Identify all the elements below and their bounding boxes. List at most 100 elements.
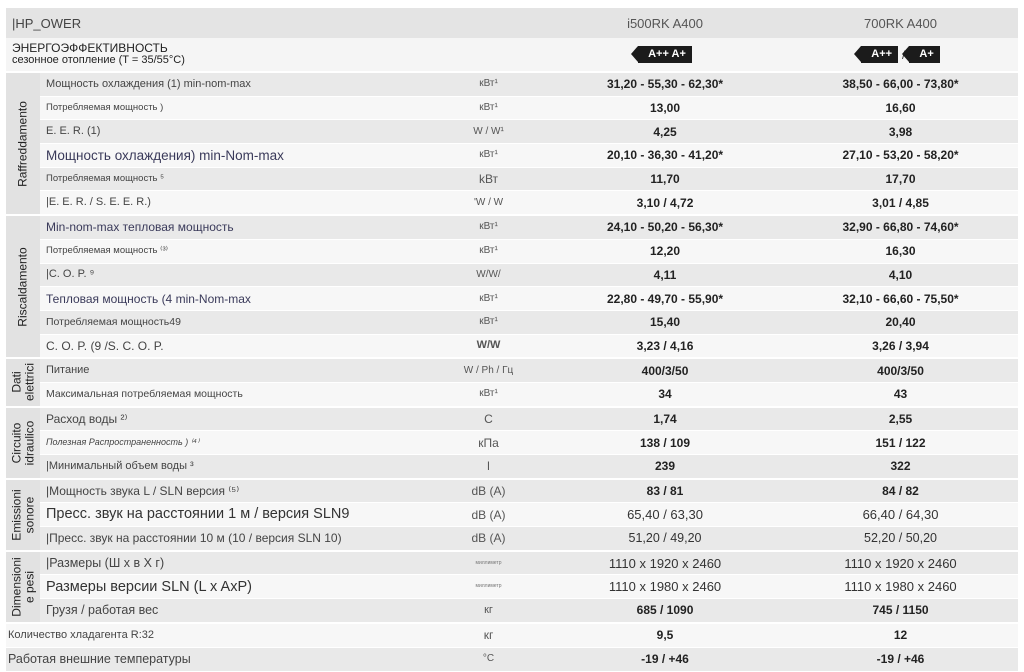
row-unit: W/W/ [430,263,548,288]
row-value-model-1: 51,20 / 49,20 [547,526,784,552]
table-row: Riscaldamento Min-nom-max тепловая мощно… [6,214,1019,360]
row-unit: кВт¹ [430,70,548,97]
row-label: Размеры версии SLN (L x AxP) [40,574,430,600]
energy-class-badge: A++ A+ [631,46,692,63]
row-label: Тепловая мощность (4 min-Nom-max [40,286,430,311]
row-value-model-1: 1,74 [547,405,784,432]
row-unit: миллиметр [430,549,548,576]
row-value-model-1: 1110 x 1980 x 2460 [547,574,784,600]
energy-label-cell: ЭНЕРГОЭФФЕКТИВНОСТЬ сезонное отопление (… [6,38,548,72]
group-label-cooling: Raffreddamento [6,70,40,217]
row-value-model-2: 32,10 - 66,60 - 75,50* [783,286,1019,311]
table-row: Тепловая мощность (4 min-Nom-max кВт¹ 22… [6,286,1019,311]
table-row: Dimensioni e pesi |Размеры (Ш x в Х г) м… [6,549,1019,624]
row-value-model-2: 4,10 [783,263,1019,288]
row-value-model-2: 3,98 [783,119,1019,145]
table-row: Потребляемая мощность ⁵ kВт 11,70 17,70 [6,167,1019,192]
table-row: Потребляемая мощность ) кВт¹ 13,00 16,60 [6,96,1019,121]
row-unit: кПа [430,430,548,455]
row-unit: кВт¹ [430,239,548,264]
energy-efficiency-row: ЭНЕРГОЭФФЕКТИВНОСТЬ сезонное отопление (… [6,38,1019,72]
row-value-model-2: 52,20 / 50,20 [783,526,1019,552]
row-value-model-1: 31,20 - 55,30 - 62,30* [547,70,784,97]
row-value-model-1: 1110 x 1920 x 2460 [547,549,784,576]
row-unit: кВт¹ [430,286,548,311]
table-row: Максимальная потребляемая мощность кВт¹ … [6,382,1019,408]
row-value-model-1: 13,00 [547,96,784,121]
row-label: Потребляемая мощность ⁽³⁾ [40,239,430,264]
row-value-model-2: 66,40 / 64,30 [783,502,1019,528]
row-unit: кВт¹ [430,310,548,335]
group-label-electrical: Dati elettrici [6,357,40,408]
row-label: Полезная Распространенность ) ⁽⁴⁾ [40,430,430,455]
row-unit: W / Ph / Гц [430,357,548,383]
table-row: Полезная Распространенность ) ⁽⁴⁾ кПа 13… [6,430,1019,455]
row-value-model-2: 27,10 - 53,20 - 58,20* [783,143,1019,168]
table-row: |E. E. R. / S. E. E. R.) 'W / W 3,10 / 4… [6,190,1019,216]
row-value-model-1: 400/3/50 [547,357,784,383]
row-value-model-2: 400/3/50 [783,357,1019,383]
row-value-model-1: 65,40 / 63,30 [547,502,784,528]
row-unit: кВт¹ [430,382,548,408]
row-label: |Мощность звука L / SLN версия ⁽⁵⁾ [40,477,430,504]
row-unit: кг [430,621,548,648]
row-value-model-2: 16,60 [783,96,1019,121]
row-label: Мощность охлаждения) min-Nom-max [40,143,430,168]
group-label-dimensions: Dimensioni e pesi [6,549,40,624]
row-label: Грузя / работая вес [40,598,430,624]
row-label: Min-nom-max тепловая мощность [40,214,430,240]
row-value-model-2: 32,90 - 66,80 - 74,60* [783,214,1019,240]
row-value-model-2: 745 / 1150 [783,598,1019,624]
table-row: Dati elettrici Питание W / Ph / Гц 400/3… [6,357,1019,408]
row-value-model-1: 138 / 109 [547,430,784,455]
table-row: Количество хладагента R:32 кг 9,5 12 [6,621,1019,648]
row-value-model-1: 685 / 1090 [547,598,784,624]
group-label-hydraulic: Circuito idraulico [6,405,40,480]
row-value-model-2: 38,50 - 66,00 - 73,80* [783,70,1019,97]
row-value-model-2: 3,01 / 4,85 [783,190,1019,216]
row-value-model-2: 16,30 [783,239,1019,264]
table-row: Грузя / работая вес кг 685 / 1090 745 / … [6,598,1019,624]
model-1-title: i500RK A400 [547,8,784,38]
row-label: |C. O. P. ⁹ [40,263,430,288]
group-label-noise: Emissioni sonore [6,477,40,552]
row-value-model-1: 20,10 - 36,30 - 41,20* [547,143,784,168]
table-row: Размеры версии SLN (L x AxP) миллиметр 1… [6,574,1019,600]
row-unit: W/W [430,334,548,359]
table-row: Мощность охлаждения) min-Nom-max кВт¹ 20… [6,143,1019,168]
table-row: Emissioni sonore |Мощность звука L / SLN… [6,477,1019,552]
row-value-model-2: 43 [783,382,1019,408]
row-unit: кВт¹ [430,214,548,240]
row-label: Пресс. звук на расстоянии 1 м / версия S… [40,502,430,528]
row-value-model-1: 4,11 [547,263,784,288]
row-label: |Размеры (Ш x в Х г) [40,549,430,576]
row-unit: dB (A) [430,526,548,552]
row-value-model-1: 3,10 / 4,72 [547,190,784,216]
energy-model-1: A++ A+ [547,38,784,72]
row-value-model-1: 4,25 [547,119,784,145]
row-unit: кВт¹ [430,143,548,168]
table-row: |Пресс. звук на расстоянии 10 м (10 / ве… [6,526,1019,552]
row-value-model-1: 239 [547,454,784,480]
row-label: Расход воды ²⁾ [40,405,430,432]
brand-title: |HP_OWER [6,8,548,38]
row-value-model-1: 83 / 81 [547,477,784,504]
row-unit: кг [430,598,548,624]
row-label: Потребляемая мощность49 [40,310,430,335]
row-label: Потребляемая мощность ) [40,96,430,121]
row-value-model-1: 11,70 [547,167,784,192]
table-row: E. E. R. (1) W / W¹ 4,25 3,98 [6,119,1019,145]
row-label: |E. E. R. / S. E. E. R.) [40,190,430,216]
spec-sheet: |HP_OWER i500RK A400 700RK A400 ЭНЕРГОЭФ… [0,0,1024,672]
row-unit: kВт [430,167,548,192]
table-row: Circuito idraulico Расход воды ²⁾ C 1,74… [6,405,1019,480]
row-unit: 'W / W [430,190,548,216]
energy-class-badge: A++ [854,46,899,63]
row-value-model-1: 15,40 [547,310,784,335]
row-unit: dB (A) [430,477,548,504]
row-label: |Минимальный объем воды ³ [40,454,430,480]
row-value-model-1: 12,20 [547,239,784,264]
row-value-model-2: 3,26 / 3,94 [783,334,1019,359]
table-row: C. O. P. (9 /S. C. O. P. W/W 3,23 / 4,16… [6,334,1019,359]
row-label: Питание [40,357,430,383]
